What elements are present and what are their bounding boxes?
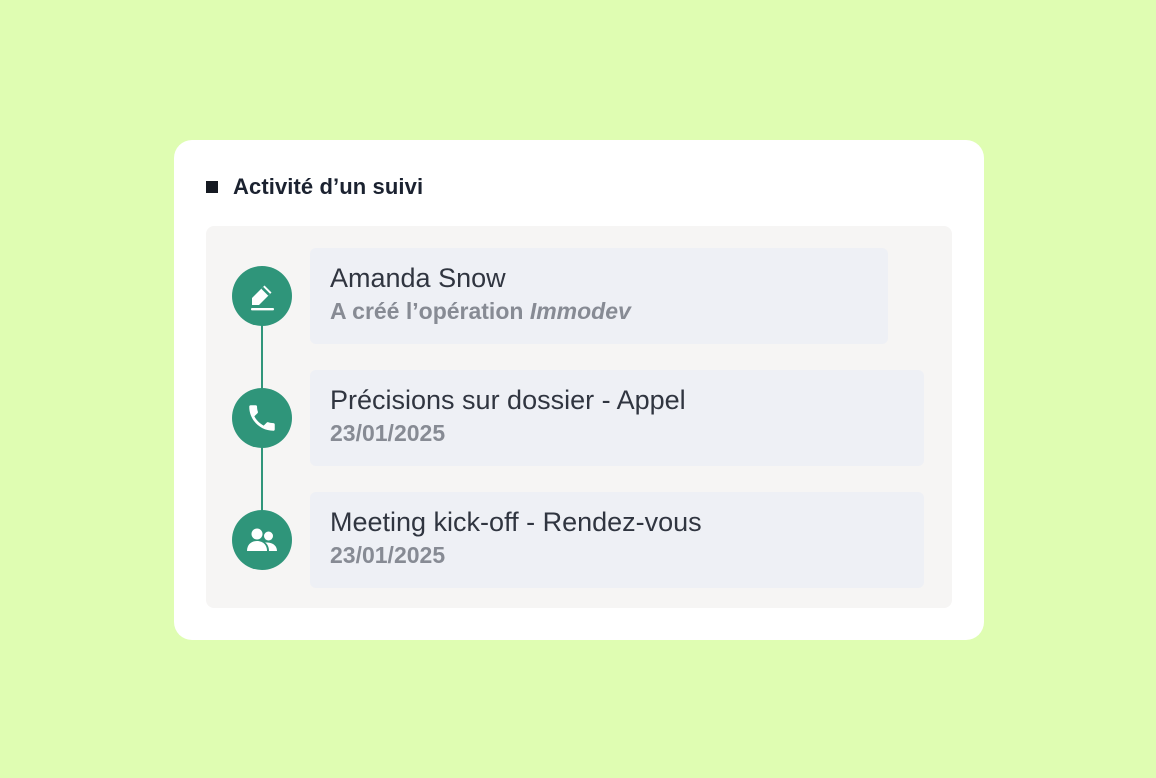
entry-title: Précisions sur dossier - Appel (330, 385, 686, 415)
title-bullet-icon (206, 181, 218, 193)
activity-card: Activité d’un suivi Amanda Snow A créé l… (174, 140, 984, 640)
pencil-icon (232, 266, 292, 326)
list-item[interactable]: Amanda Snow A créé l’opération Immodev (310, 248, 888, 344)
entry-title: Meeting kick-off - Rendez-vous (330, 507, 702, 537)
entry-date: 23/01/2025 (330, 542, 446, 568)
phone-icon (232, 388, 292, 448)
list-item[interactable]: Meeting kick-off - Rendez-vous 23/01/202… (310, 492, 924, 588)
entry-title: Amanda Snow (330, 263, 506, 293)
card-header: Activité d’un suivi (206, 172, 423, 202)
entry-subtitle-text: A créé l’opération (330, 298, 530, 324)
card-title: Activité d’un suivi (233, 174, 424, 199)
operation-name: Immodev (529, 298, 631, 324)
activity-timeline: Amanda Snow A créé l’opération Immodev P… (206, 226, 952, 608)
entry-date: 23/01/2025 (330, 420, 446, 446)
list-item[interactable]: Précisions sur dossier - Appel 23/01/202… (310, 370, 924, 466)
entry-subtitle: A créé l’opération Immodev (330, 297, 868, 325)
users-icon (232, 510, 292, 570)
